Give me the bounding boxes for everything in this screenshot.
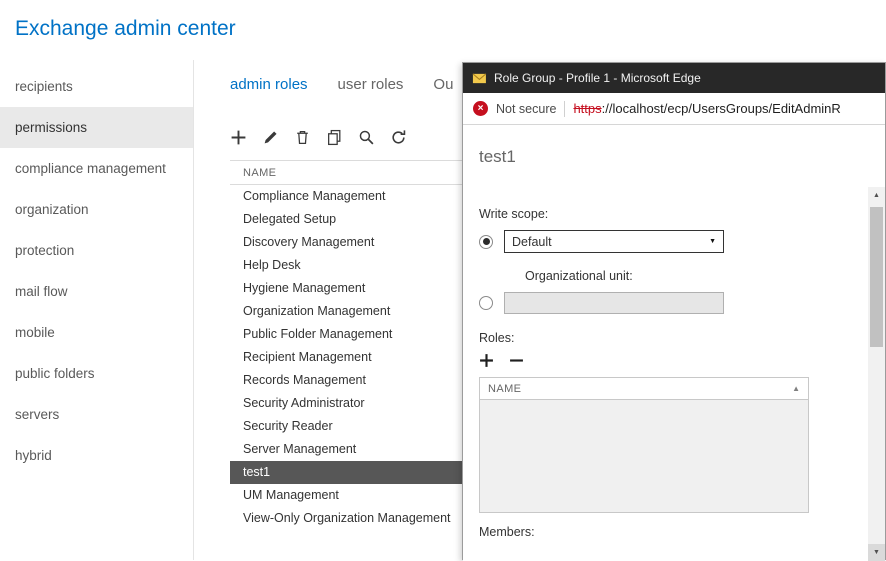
write-scope-select[interactable]: Default ▼ [504,230,724,253]
sidebar-item-public-folders[interactable]: public folders [0,353,193,394]
edit-icon[interactable] [262,129,279,146]
scroll-up-icon[interactable]: ▲ [868,187,885,204]
remove-role-icon[interactable] [509,353,524,368]
page-title: Exchange admin center [15,17,236,40]
sort-ascending-icon[interactable]: ▲ [792,384,800,393]
delete-icon[interactable] [294,129,311,146]
organizational-unit-label: Organizational unit: [525,269,845,283]
write-scope-selected-value: Default [512,235,552,249]
not-secure-label[interactable]: Not secure [496,102,556,116]
sidebar-item-recipients[interactable]: recipients [0,66,193,107]
assigned-roles-table: NAME ▲ [479,377,809,513]
org-unit-input [504,292,724,314]
assigned-roles-header[interactable]: NAME ▲ [480,378,808,400]
popup-addressbar[interactable]: × Not secure https://localhost/ecp/Users… [463,93,885,125]
scroll-down-icon[interactable]: ▼ [868,544,885,561]
edge-popup-window: Role Group - Profile 1 - Microsoft Edge … [462,62,886,560]
sidebar-item-servers[interactable]: servers [0,394,193,435]
popup-titlebar[interactable]: Role Group - Profile 1 - Microsoft Edge [463,63,885,93]
url-text[interactable]: https://localhost/ecp/UsersGroups/EditAd… [573,101,840,116]
popup-window-title: Role Group - Profile 1 - Microsoft Edge [494,71,701,85]
addressbar-divider [564,101,565,117]
copy-icon[interactable] [326,129,343,146]
tab-admin-roles[interactable]: admin roles [230,76,308,93]
assigned-roles-list-empty [480,400,808,512]
not-secure-icon[interactable]: × [473,101,488,116]
assigned-roles-header-label: NAME [488,383,521,395]
app-header: Exchange admin center [0,0,886,60]
sidebar-item-organization[interactable]: organization [0,189,193,230]
sidebar-item-permissions[interactable]: permissions [0,107,193,148]
sidebar-item-compliance-management[interactable]: compliance management [0,148,193,189]
url-scheme: https [573,101,601,116]
members-label: Members: [479,525,845,539]
roles-toolbar-popup [479,353,845,368]
sidebar-item-protection[interactable]: protection [0,230,193,271]
roles-label: Roles: [479,331,845,345]
scrollbar-thumb[interactable] [870,207,883,347]
sidebar-nav: recipientspermissionscompliance manageme… [0,60,194,560]
ecp-favicon-icon [472,72,487,85]
tab-Ou[interactable]: Ou [433,76,453,93]
sidebar-item-mobile[interactable]: mobile [0,312,193,353]
org-unit-radio[interactable] [479,296,493,310]
sidebar-item-mail-flow[interactable]: mail flow [0,271,193,312]
default-scope-radio[interactable] [479,235,493,249]
role-group-name: test1 [479,147,845,167]
tab-user-roles[interactable]: user roles [338,76,404,93]
url-rest: ://localhost/ecp/UsersGroups/EditAdminR [602,101,841,116]
add-role-icon[interactable] [479,353,494,368]
sidebar-item-hybrid[interactable]: hybrid [0,435,193,476]
edit-role-group-form: test1 Write scope: Default ▼ Organizatio… [463,125,885,561]
write-scope-label: Write scope: [479,207,845,221]
chevron-down-icon: ▼ [709,238,716,245]
refresh-icon[interactable] [390,129,407,146]
popup-scrollbar[interactable]: ▲ ▼ [868,187,885,561]
add-icon[interactable] [230,129,247,146]
search-icon[interactable] [358,129,375,146]
